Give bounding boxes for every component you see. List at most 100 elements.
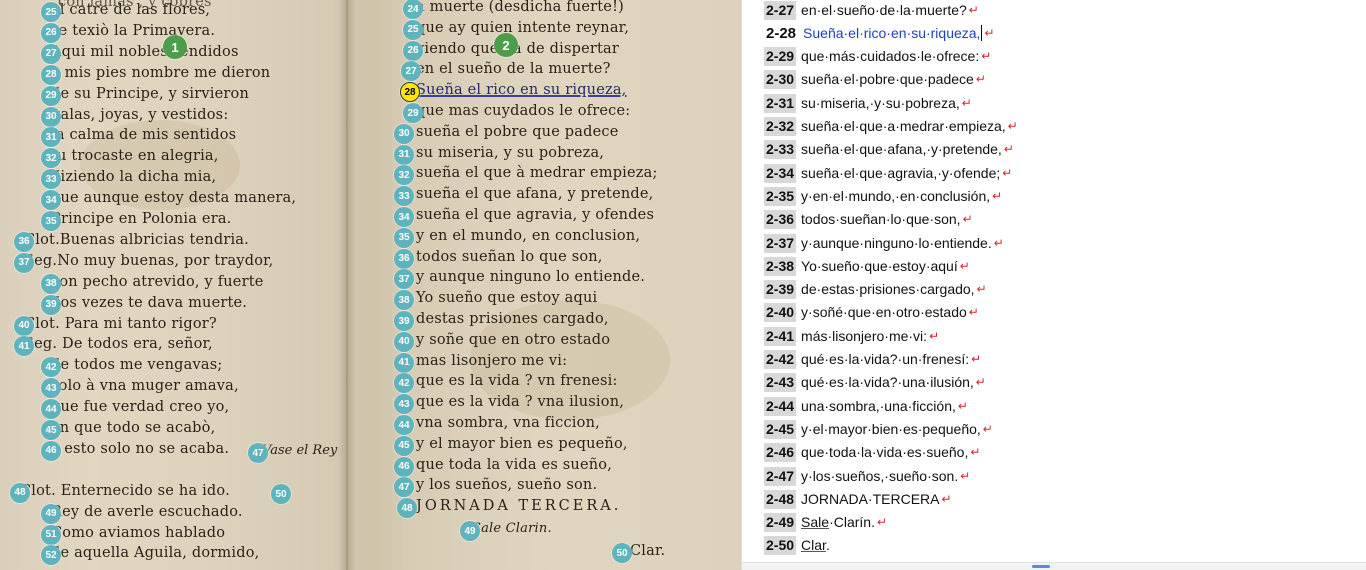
horizontal-scrollbar[interactable] xyxy=(742,562,1366,570)
transcript-line-number[interactable]: 2-28 xyxy=(764,24,798,43)
line-number-badge[interactable]: 37 xyxy=(14,252,34,273)
transcript-line[interactable]: 2-34 sueña·el·que·agravia,·y·ofende; ↵ xyxy=(764,162,1012,184)
line-number-badge[interactable]: 45 xyxy=(41,420,61,440)
transcript-line-number[interactable]: 2-27 xyxy=(764,0,797,20)
transcript-line-text[interactable]: y·en·el·mundo,·en·conclusión, xyxy=(801,187,990,206)
line-number-badge[interactable]: 36 xyxy=(14,231,34,252)
transcript-line-number[interactable]: 2-31 xyxy=(764,93,797,113)
line-number-badge[interactable]: 48 xyxy=(10,482,30,503)
transcript-line[interactable]: 2-50 Clar. xyxy=(764,535,830,557)
line-number-badge[interactable]: 30 xyxy=(394,123,414,144)
line-number-badge[interactable]: 42 xyxy=(41,357,61,378)
line-number-badge[interactable]: 24 xyxy=(403,0,423,19)
line-number-badge[interactable]: 44 xyxy=(394,415,414,435)
transcript-line-text[interactable]: JORNADA·TERCERA xyxy=(801,490,939,509)
transcript-line-text[interactable]: Sale·Clarín. xyxy=(801,513,875,532)
line-number-badge[interactable]: 52 xyxy=(41,545,61,566)
transcript-line[interactable]: 2-47 y·los·sueños,·sueño·son. ↵ xyxy=(764,465,970,487)
transcript-line-text[interactable]: qué·es·la·vida?·un·frenesí: xyxy=(801,350,969,369)
transcript-line[interactable]: 2-30 sueña·el·pobre·que·padece ↵ xyxy=(764,69,986,91)
line-number-badge[interactable]: 44 xyxy=(41,399,61,420)
stage-direction-badge[interactable]: 50 xyxy=(271,484,291,504)
transcript-line-number[interactable]: 2-30 xyxy=(764,70,797,90)
line-number-badge[interactable]: 39 xyxy=(41,294,61,315)
transcript-line[interactable]: 2-49 Sale·Clarín. ↵ xyxy=(764,512,887,534)
transcript-line[interactable]: 2-31 su·miseria,·y·su·pobreza, ↵ xyxy=(764,92,972,114)
transcript-line-text[interactable]: qué·es·la·vida?·una·ilusión, xyxy=(801,373,974,392)
transcript-line[interactable]: 2-32 sueña·el·que·a·medrar·empieza, ↵ xyxy=(764,116,1018,138)
line-number-badge[interactable]: 27 xyxy=(41,43,61,64)
transcript-line-text[interactable]: sueña·el·que·agravia,·y·ofende; xyxy=(801,164,1000,183)
transcript-line-text[interactable]: una·sombra,·una·ficción, xyxy=(801,397,956,416)
line-number-badge[interactable]: 49 xyxy=(41,503,61,524)
transcript-line-text[interactable]: sueña·el·pobre·que·padece xyxy=(801,70,974,89)
scanned-page-viewer[interactable]: el catre de las flores, 25 se texiò la Pri… xyxy=(0,0,741,570)
line-number-badge[interactable]: 31 xyxy=(41,127,61,148)
transcript-line-text[interactable]: Sueña·el·rico·en·su·riqueza, xyxy=(803,24,980,43)
line-number-badge[interactable]: 31 xyxy=(394,144,414,165)
transcript-line-text[interactable]: su·miseria,·y·su·pobreza, xyxy=(801,94,960,113)
transcript-line-number[interactable]: 2-50 xyxy=(764,536,797,556)
line-number-badge[interactable]: 38 xyxy=(394,290,414,311)
transcript-line-number[interactable]: 2-35 xyxy=(764,186,797,206)
line-number-badge[interactable]: 29 xyxy=(41,85,61,106)
transcript-line-number[interactable]: 2-37 xyxy=(764,233,797,253)
transcript-line[interactable]: 2-35 y·en·el·mundo,·en·conclusión, ↵ xyxy=(764,185,1002,207)
transcript-line-number[interactable]: 2-46 xyxy=(764,443,797,463)
line-number-badge[interactable]: 46 xyxy=(41,440,61,461)
line-number-badge[interactable]: 26 xyxy=(403,40,423,61)
transcript-line[interactable]: 2-37 y·aunque·ninguno·lo·entiende. ↵ xyxy=(764,232,1004,254)
transcript-line-text[interactable]: sueña·el·que·a·medrar·empieza, xyxy=(801,117,1006,136)
speaker-marker-badge[interactable]: 1 xyxy=(163,35,187,59)
line-number-badge[interactable]: 25 xyxy=(403,19,423,40)
transcript-line-number[interactable]: 2-36 xyxy=(764,210,797,230)
transcript-line[interactable]: 2-43 qué·es·la·vida?·una·ilusión, ↵ xyxy=(764,372,986,394)
transcript-line[interactable]: 2-27 en·el·sueño·de·la·muerte? ↵ xyxy=(764,0,979,21)
transcript-line[interactable]: 2-33 sueña·el·que·afana,·y·pretende, ↵ xyxy=(764,139,1014,161)
line-number-badge[interactable]: 43 xyxy=(41,378,61,399)
transcript-line-number[interactable]: 2-34 xyxy=(764,163,797,183)
line-number-badge[interactable]: 34 xyxy=(394,207,414,227)
transcript-line-text[interactable]: y·el·mayor·bien·es·pequeño, xyxy=(801,420,981,439)
transcript-line-text[interactable]: sueña·el·que·afana,·y·pretende, xyxy=(801,140,1002,159)
transcript-line-number[interactable]: 2-44 xyxy=(764,396,797,416)
scrollbar-thumb[interactable] xyxy=(1032,565,1050,568)
transcript-line[interactable]: 2-40 y·soñé·que·en·otro·estado ↵ xyxy=(764,302,979,324)
line-number-badge[interactable]: 27 xyxy=(401,61,421,82)
transcript-line-text[interactable]: de·estas·prisiones·cargado, xyxy=(801,280,975,299)
line-number-badge[interactable]: 32 xyxy=(394,165,414,186)
transcript-line-text[interactable]: que·más·cuidados·le·ofrece: xyxy=(801,47,979,66)
transcript-line-number[interactable]: 2-43 xyxy=(764,373,797,393)
line-number-badge[interactable]: 49 xyxy=(460,521,480,541)
transcript-line-number[interactable]: 2-32 xyxy=(764,117,797,136)
line-number-badge[interactable]: 29 xyxy=(403,103,423,123)
line-number-badge[interactable]: 26 xyxy=(41,22,61,43)
transcript-line[interactable]: 2-46 que·toda·la·vida·es·sueño, ↵ xyxy=(764,442,980,464)
transcript-line-current[interactable]: 2-28 Sueña·el·rico·en·su·riqueza, ↵ xyxy=(764,22,995,44)
transcript-line-number[interactable]: 2-45 xyxy=(764,419,797,439)
line-number-badge[interactable]: 47 xyxy=(394,477,414,498)
speaker-marker-badge[interactable]: 2 xyxy=(494,33,518,57)
line-number-badge[interactable]: 30 xyxy=(41,106,61,127)
transcript-line-text[interactable]: en·el·sueño·de·la·muerte? xyxy=(801,1,967,20)
transcript-line-text[interactable]: que·toda·la·vida·es·sueño, xyxy=(801,443,968,462)
line-number-badge[interactable]: 33 xyxy=(41,169,61,190)
transcript-line-text[interactable]: Clar. xyxy=(801,536,830,555)
transcript-line-number[interactable]: 2-29 xyxy=(764,47,797,67)
transcription-panel[interactable]: 2-27 en·el·sueño·de·la·muerte? ↵ 2-28 Sueña·… xyxy=(742,0,1366,570)
transcript-line[interactable]: 2-42 qué·es·la·vida?·un·frenesí: ↵ xyxy=(764,349,981,371)
line-number-badge[interactable]: 48 xyxy=(397,498,417,519)
line-number-badge[interactable]: 45 xyxy=(394,435,414,456)
line-number-badge[interactable]: 39 xyxy=(394,311,414,331)
stage-direction-badge[interactable]: 47 xyxy=(248,443,268,463)
transcript-line[interactable]: 2-39 de·estas·prisiones·cargado, ↵ xyxy=(764,279,987,301)
transcript-line-number[interactable]: 2-49 xyxy=(764,513,797,533)
line-number-badge[interactable]: 34 xyxy=(41,190,61,211)
transcript-line[interactable]: 2-48 JORNADA·TERCERA ↵ xyxy=(764,488,952,510)
transcript-line-text[interactable]: todos·sueñan·lo·que·son, xyxy=(801,210,961,229)
line-number-badge[interactable]: 46 xyxy=(394,456,414,477)
line-number-badge[interactable]: 40 xyxy=(394,331,414,352)
transcript-line-number[interactable]: 2-42 xyxy=(764,350,797,369)
line-number-badge[interactable]: 43 xyxy=(394,394,414,415)
line-number-badge[interactable]: 38 xyxy=(41,273,61,294)
